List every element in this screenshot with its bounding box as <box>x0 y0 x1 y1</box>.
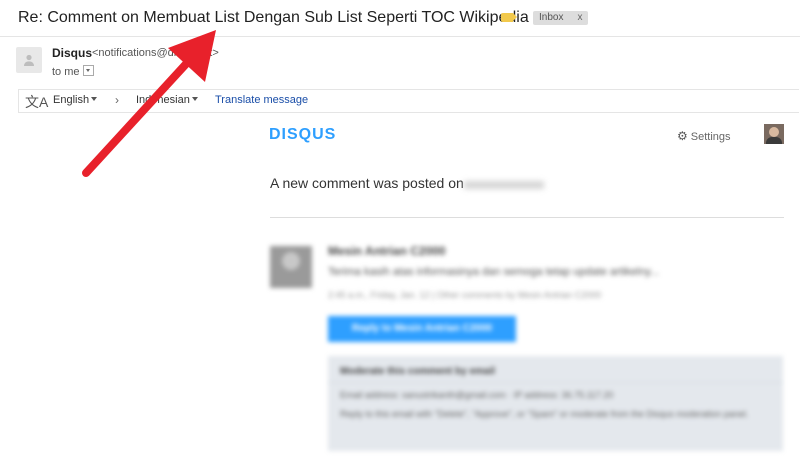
caret-down-icon <box>191 97 198 101</box>
new-comment-headline: A new comment was posted on <box>270 175 464 191</box>
comment-text: Terima kasih atas informasinya dan semog… <box>328 266 660 278</box>
inbox-label-chip[interactable]: Inbox x <box>533 11 589 25</box>
moderate-title: Moderate this comment by email <box>340 366 496 377</box>
settings-label: Settings <box>690 131 731 143</box>
email-subject: Re: Comment on Membuat List Dengan Sub L… <box>18 9 529 26</box>
subject-bar: Re: Comment on Membuat List Dengan Sub L… <box>0 0 800 37</box>
sender-avatar[interactable] <box>16 47 42 73</box>
sender-name[interactable]: Disqus <box>52 46 92 60</box>
divider <box>270 217 784 218</box>
recipient-line: to me <box>52 65 94 78</box>
comment-meta: 2:45 a.m., Friday, Jan. 12 | Other comme… <box>328 290 602 300</box>
remove-label-icon[interactable]: x <box>577 12 582 23</box>
gear-icon: ⚙ <box>677 129 688 143</box>
moderate-email-info: Email address: sanustrikanth@gmail.com ·… <box>340 390 614 400</box>
translate-bar: 文A English › Indonesian Translate messag… <box>18 89 799 113</box>
person-icon <box>24 54 34 66</box>
source-language-select[interactable]: English <box>53 94 98 106</box>
commenter-avatar[interactable] <box>270 246 312 288</box>
translate-message-link[interactable]: Translate message <box>215 94 308 106</box>
moderate-help-text: Reply to this email with "Delete", "Appr… <box>340 409 749 419</box>
user-avatar[interactable] <box>764 124 784 144</box>
moderate-divider <box>328 382 783 383</box>
disqus-logo[interactable]: DISQUS <box>269 126 336 144</box>
inbox-label-text: Inbox <box>539 12 564 23</box>
reply-button[interactable]: Reply to Mesin Antrian C2000 <box>328 316 516 342</box>
sender-email: <notifications@disq...net> <box>92 47 219 59</box>
caret-down-icon <box>91 97 98 101</box>
target-language-label: Indonesian <box>136 94 190 106</box>
moderate-box: Moderate this comment by email Email add… <box>328 356 783 451</box>
blurred-article-link[interactable] <box>464 181 544 189</box>
chevron-right-icon: › <box>115 93 119 107</box>
recipient-text: to me <box>52 66 80 78</box>
source-language-label: English <box>53 94 90 106</box>
label-tag-icon[interactable] <box>501 13 517 22</box>
show-details-dropdown-icon[interactable] <box>82 65 94 76</box>
translate-icon: 文A <box>25 94 49 110</box>
settings-link[interactable]: ⚙ Settings <box>677 129 731 143</box>
comment-card: Mesin Antrian C2000 Terima kasih atas in… <box>268 236 788 466</box>
target-language-select[interactable]: Indonesian <box>136 94 198 106</box>
commenter-name[interactable]: Mesin Antrian C2000 <box>328 244 446 258</box>
